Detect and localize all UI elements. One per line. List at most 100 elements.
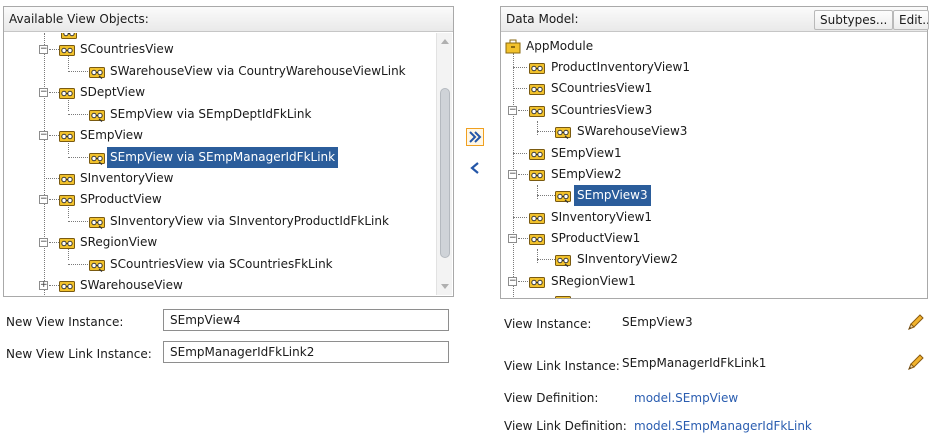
view-link-icon	[555, 189, 571, 203]
collapse-toggle-icon[interactable]: −	[39, 45, 48, 54]
view-link-instance-value: SEmpManagerIdFkLink1	[622, 356, 767, 370]
view-object-icon	[529, 147, 545, 160]
collapse-toggle-icon[interactable]: −	[39, 88, 48, 97]
tree-node-sinventoryview2[interactable]: SInventoryView2	[533, 249, 913, 270]
tree-node-scountriesview-link[interactable]: SCountriesView via SCountriesFkLink	[64, 254, 435, 275]
tree-node-label: SCountriesView1	[551, 81, 653, 95]
new-view-link-instance-input[interactable]	[163, 341, 449, 363]
subtypes-button[interactable]: Subtypes...	[814, 10, 894, 30]
view-object-icon	[529, 61, 545, 74]
collapse-toggle-icon[interactable]: −	[39, 131, 48, 140]
view-object-icon	[529, 232, 545, 245]
tree-node-label: SInventoryView	[80, 171, 174, 185]
tree-node-scountriesview1[interactable]: SCountriesView1	[509, 78, 909, 99]
tree-node-sproductview1[interactable]: − SProductView1	[501, 228, 901, 249]
tree-node-label: SEmpView2	[551, 167, 622, 181]
tree-node-label: SWarehouseView	[80, 278, 183, 292]
view-object-icon	[59, 193, 75, 206]
pencil-icon[interactable]	[906, 352, 926, 372]
tree-node-sproductview[interactable]: − SProductView	[39, 189, 435, 210]
tree-node-sregionview1[interactable]: − SRegionView1	[501, 271, 901, 292]
tree-node-label: SEmpView via SEmpDeptIdFkLink	[110, 107, 312, 121]
tree-node-swarehouseview3[interactable]: SWarehouseView3	[533, 121, 913, 142]
data-model-tree: AppModule ProductInventoryView1 SCountri…	[501, 33, 927, 298]
tree-node-sdeptview[interactable]: − SDeptView	[39, 82, 435, 103]
tree-node-label: SWarehouseView via CountryWarehouseViewL…	[110, 64, 406, 78]
tree-node-sempview1[interactable]: SEmpView1	[509, 143, 909, 164]
scroll-up-icon[interactable]	[441, 39, 449, 44]
expand-toggle-icon[interactable]: +	[39, 281, 48, 290]
view-object-icon	[59, 129, 75, 142]
view-link-icon	[555, 295, 571, 298]
tree-node-label: SProductView1	[551, 231, 641, 245]
tree-node-label: SCountriesView	[80, 42, 174, 56]
view-link-definition-link[interactable]: model.SEmpManagerIdFkLink	[634, 416, 812, 436]
view-object-icon	[529, 275, 545, 288]
tree-node-sempview-deptlink[interactable]: SEmpView via SEmpDeptIdFkLink	[64, 104, 435, 125]
view-link-icon	[89, 258, 105, 272]
view-object-icon	[529, 82, 545, 95]
available-view-objects-panel: Available View Objects: − SCountriesView…	[3, 6, 454, 297]
available-view-objects-header: Available View Objects:	[4, 7, 453, 32]
view-instance-value: SEmpView3	[622, 315, 693, 329]
tree-node-label: SCountriesView via SCountriesFkLink	[110, 257, 333, 271]
pencil-icon[interactable]	[906, 312, 926, 332]
new-view-instance-input[interactable]	[163, 309, 449, 331]
tree-node-label: SInventoryView2	[577, 252, 679, 266]
tree-node-swarehouseview[interactable]: + SWarehouseView	[39, 275, 435, 296]
collapse-toggle-icon[interactable]: −	[508, 277, 517, 286]
tree-node-label: SRegionView1	[551, 274, 636, 288]
scroll-thumb[interactable]	[440, 88, 450, 258]
view-link-icon	[89, 65, 105, 79]
tree-node-label: SEmpView via SEmpManagerIdFkLink	[107, 147, 339, 168]
tree-node-appmodule[interactable]: AppModule	[503, 36, 803, 57]
view-link-icon	[89, 215, 105, 229]
collapse-toggle-icon[interactable]: −	[39, 195, 48, 204]
view-object-icon	[59, 43, 75, 56]
new-view-instance-label: New View Instance:	[6, 315, 124, 329]
tree-node-label: SEmpView	[80, 128, 143, 142]
tree-node-swarehouseview-link[interactable]: SWarehouseView via CountryWarehouseViewL…	[64, 61, 435, 82]
tree-node-label: SRegionView	[80, 235, 158, 249]
tree-node-label: SInventoryView via SInventoryProductIdFk…	[110, 214, 389, 228]
tree-node-sempview3[interactable]: SEmpView3	[533, 185, 913, 206]
tree-node-sempview-managerlink[interactable]: SEmpView via SEmpManagerIdFkLink	[64, 147, 435, 168]
tree-node-scountriesview[interactable]: − SCountriesView	[39, 39, 435, 60]
view-object-icon	[59, 279, 75, 292]
tree-node-sinventoryview-link[interactable]: SInventoryView via SInventoryProductIdFk…	[64, 211, 435, 232]
view-link-instance-label: View Link Instance:	[504, 359, 620, 373]
tree-node-sempview[interactable]: − SEmpView	[39, 125, 435, 146]
tree-node-scountriesview3[interactable]: − SCountriesView3	[501, 100, 901, 121]
remove-from-data-model-button[interactable]	[466, 160, 484, 178]
tree-node-label: SInventoryView1	[551, 210, 653, 224]
data-model-panel: Data Model: Subtypes... Edit... AppModul…	[500, 6, 929, 299]
collapse-toggle-icon[interactable]: −	[39, 238, 48, 247]
view-object-icon	[529, 104, 545, 117]
collapse-toggle-icon[interactable]: −	[508, 170, 517, 179]
view-link-icon	[89, 108, 105, 122]
tree-node-sinventoryview[interactable]: SInventoryView	[39, 168, 435, 189]
tree-node-label: SWarehouseView3	[577, 124, 688, 138]
collapse-toggle-icon[interactable]: −	[508, 234, 517, 243]
collapse-toggle-icon[interactable]: −	[508, 106, 517, 115]
view-definition-link[interactable]: model.SEmpView	[634, 388, 738, 408]
view-instance-label: View Instance:	[504, 317, 592, 331]
briefcase-icon	[505, 39, 521, 54]
tree-node-label: ProductInventoryView1	[551, 60, 690, 74]
tree-node-productinventoryview1[interactable]: ProductInventoryView1	[509, 57, 909, 78]
view-object-icon	[59, 172, 75, 185]
view-link-definition-label: View Link Definition:	[504, 419, 627, 433]
tree-node-label: SCountriesView3	[551, 103, 653, 117]
tree-node-sinventoryview1[interactable]: SInventoryView1	[509, 207, 909, 228]
view-object-icon	[59, 86, 75, 99]
view-link-icon	[89, 151, 105, 165]
scroll-down-icon[interactable]	[441, 284, 449, 289]
tree-node-label: SEmpView3	[574, 185, 651, 206]
tree-node-sempview2[interactable]: − SEmpView2	[501, 164, 901, 185]
tree-node-label: SProductView	[80, 192, 162, 206]
tree-node-sregionview[interactable]: − SRegionView	[39, 232, 435, 253]
add-to-data-model-button[interactable]	[466, 128, 484, 146]
left-tree-scrollbar[interactable]	[436, 33, 452, 295]
edit-button[interactable]: Edit...	[893, 10, 929, 30]
data-model-title: Data Model:	[506, 12, 579, 26]
